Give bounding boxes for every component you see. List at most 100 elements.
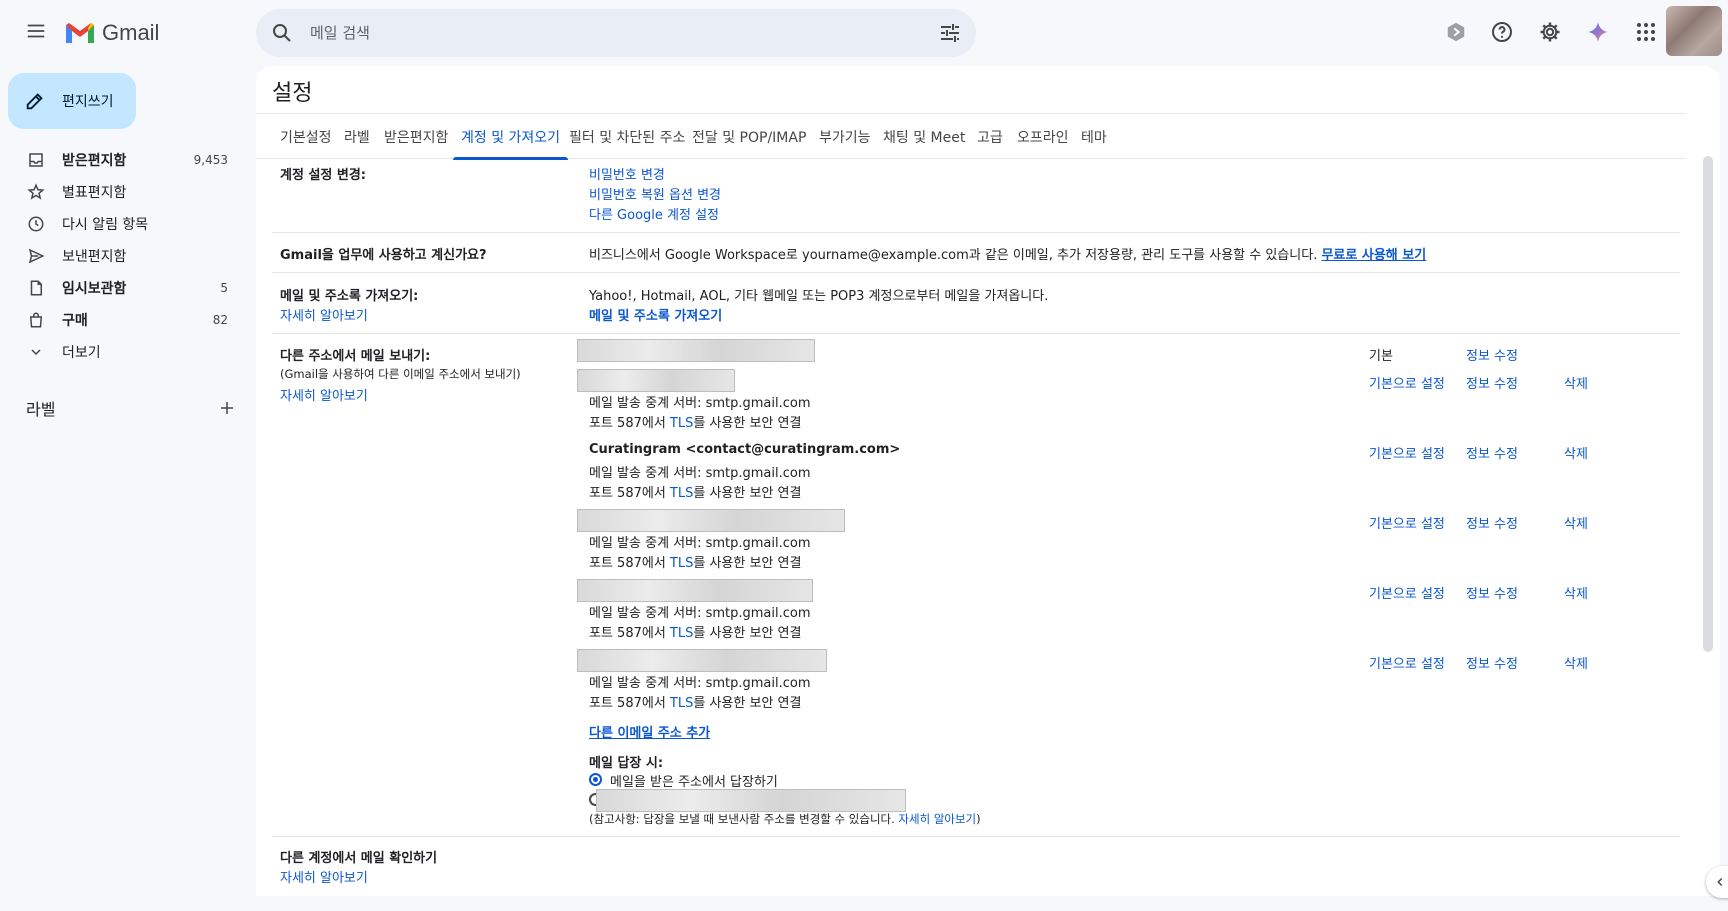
labels-title: 라벨 [26, 400, 56, 419]
smtp-server-text: 메일 발송 중계 서버: smtp.gmail.com [589, 396, 811, 411]
sidebar-item-snoozed[interactable]: 다시 알림 항목 [0, 208, 240, 240]
edit-info-link[interactable]: 정보 수정 [1466, 373, 1518, 392]
tab-accounts-import[interactable]: 계정 및 가져오기 [452, 114, 569, 160]
sidebar-item-inbox[interactable]: 받은편지함 9,453 [0, 144, 240, 176]
set-default-link[interactable]: 기본으로 설정 [1369, 373, 1445, 392]
sidebar-item-purchases[interactable]: 구매 82 [0, 304, 240, 336]
account-avatar[interactable] [1666, 6, 1722, 56]
search-bar[interactable] [256, 9, 976, 57]
tls-link[interactable]: TLS [670, 556, 693, 571]
google-account-settings-link[interactable]: 다른 Google 계정 설정 [589, 204, 719, 223]
main-menu-button[interactable] [18, 13, 54, 49]
inbox-icon [26, 150, 46, 170]
apps-grid-icon [1637, 23, 1655, 41]
search-input[interactable] [310, 19, 870, 47]
tune-icon[interactable] [938, 21, 962, 45]
set-default-link[interactable]: 기본으로 설정 [1369, 513, 1445, 532]
gmail-logo[interactable]: Gmail [64, 16, 159, 50]
settings-icon [1540, 22, 1560, 42]
sidebar-nav: 받은편지함 9,453 별표편지함 다시 알림 항목 보낸편지함 임시보관함 5… [0, 144, 256, 368]
sidebar-item-more[interactable]: 더보기 [0, 336, 240, 368]
help-button[interactable] [1484, 14, 1520, 50]
check-mail-learn-more-link[interactable]: 자세히 알아보기 [280, 867, 368, 886]
edit-info-link[interactable]: 정보 수정 [1466, 653, 1518, 672]
edit-info-link[interactable]: 정보 수정 [1466, 583, 1518, 602]
add-email-address-link[interactable]: 다른 이메일 주소 추가 [589, 722, 710, 741]
reply-note-prefix: (참고사항: 답장을 보낼 때 보낸사람 주소를 변경할 수 있습니다. [589, 812, 899, 826]
edit-info-link[interactable]: 정보 수정 [1466, 513, 1518, 532]
tls-suffix: 를 사용한 보안 연결 [693, 486, 802, 501]
menu-icon [27, 24, 45, 38]
sidebar-item-drafts[interactable]: 임시보관함 5 [0, 272, 240, 304]
tab-labels[interactable]: 라벨 [344, 114, 370, 159]
edit-info-link[interactable]: 정보 수정 [1466, 443, 1518, 462]
tls-link[interactable]: TLS [670, 626, 693, 641]
add-label-icon[interactable] [218, 399, 236, 417]
unread-count: 9,453 [193, 153, 228, 167]
tls-link[interactable]: TLS [670, 416, 693, 431]
send-icon [26, 246, 46, 266]
tls-suffix: 를 사용한 보안 연결 [693, 696, 802, 711]
delete-link[interactable]: 삭제 [1564, 583, 1588, 602]
pencil-icon [26, 93, 43, 110]
reply-learn-more-link[interactable]: 자세히 알아보기 [898, 812, 976, 826]
gemini-button[interactable] [1580, 14, 1616, 50]
tab-advanced[interactable]: 고급 [977, 114, 1003, 159]
redacted-address [577, 369, 735, 392]
page-title: 설정 [272, 81, 313, 106]
tab-offline[interactable]: 오프라인 [1017, 114, 1069, 159]
delete-link[interactable]: 삭제 [1564, 443, 1588, 462]
settings-button[interactable] [1532, 14, 1568, 50]
compose-button[interactable]: 편지쓰기 [8, 73, 136, 129]
sidebar-item-starred[interactable]: 별표편지함 [0, 176, 240, 208]
star-icon [26, 182, 46, 202]
delete-link[interactable]: 삭제 [1564, 513, 1588, 532]
send-as-learn-more-link[interactable]: 자세히 알아보기 [280, 385, 368, 404]
apps-button[interactable] [1628, 14, 1664, 50]
tab-addons[interactable]: 부가기능 [819, 114, 871, 159]
reply-note: (참고사항: 답장을 보낼 때 보낸사람 주소를 변경할 수 있습니다. 자세히… [589, 811, 981, 827]
reply-from-received-radio[interactable] [589, 773, 602, 786]
search-icon[interactable] [270, 21, 294, 45]
import-mail-contacts-link[interactable]: 메일 및 주소록 가져오기 [589, 305, 722, 324]
tab-themes[interactable]: 테마 [1081, 114, 1107, 159]
redacted-address [596, 789, 906, 812]
tls-text: 포트 587에서 TLS를 사용한 보안 연결 [589, 622, 801, 641]
tls-link[interactable]: TLS [670, 486, 693, 501]
sidebar-item-label: 임시보관함 [62, 281, 127, 297]
tls-suffix: 를 사용한 보안 연결 [693, 626, 802, 641]
tls-suffix: 를 사용한 보안 연결 [693, 556, 802, 571]
set-default-link[interactable]: 기본으로 설정 [1369, 443, 1445, 462]
edit-info-link[interactable]: 정보 수정 [1466, 345, 1518, 364]
tls-link[interactable]: TLS [670, 696, 693, 711]
change-recovery-link[interactable]: 비밀번호 복원 옵션 변경 [589, 184, 721, 203]
delete-link[interactable]: 삭제 [1564, 653, 1588, 672]
tab-filters[interactable]: 필터 및 차단된 주소 [569, 114, 685, 159]
set-default-link[interactable]: 기본으로 설정 [1369, 653, 1445, 672]
named-address: Curatingram <contact@curatingram.com> [589, 442, 901, 457]
send-as-label: 다른 주소에서 메일 보내기: [280, 349, 431, 364]
delete-link[interactable]: 삭제 [1564, 373, 1588, 392]
support-button[interactable] [1438, 14, 1474, 50]
tab-inbox[interactable]: 받은편지함 [384, 114, 448, 159]
scrollbar[interactable] [1703, 156, 1713, 652]
workspace-trial-link[interactable]: 무료로 사용해 보기 [1321, 248, 1426, 263]
tls-suffix: 를 사용한 보안 연결 [693, 416, 802, 431]
tab-forwarding[interactable]: 전달 및 POP/IMAP [692, 114, 806, 159]
sidebar-item-label: 보낸편지함 [62, 249, 127, 265]
settings-tabs: 기본설정 라벨 받은편지함 계정 및 가져오기 필터 및 차단된 주소 전달 및… [256, 113, 1686, 160]
redacted-address [577, 579, 813, 602]
sidebar-item-sent[interactable]: 보낸편지함 [0, 240, 240, 272]
change-password-link[interactable]: 비밀번호 변경 [589, 164, 665, 183]
import-learn-more-link[interactable]: 자세히 알아보기 [280, 305, 368, 324]
tls-prefix: 포트 587에서 [589, 486, 670, 501]
set-default-link[interactable]: 기본으로 설정 [1369, 583, 1445, 602]
tab-chat-meet[interactable]: 채팅 및 Meet [883, 114, 965, 159]
tls-prefix: 포트 587에서 [589, 696, 670, 711]
tab-general[interactable]: 기본설정 [280, 114, 332, 159]
top-bar: Gmail [0, 0, 1728, 66]
labels-section-header: 라벨 [26, 396, 236, 420]
smtp-server-text: 메일 발송 중계 서버: smtp.gmail.com [589, 676, 811, 691]
reply-note-suffix: ) [976, 812, 981, 826]
purchase-count: 82 [212, 313, 228, 327]
